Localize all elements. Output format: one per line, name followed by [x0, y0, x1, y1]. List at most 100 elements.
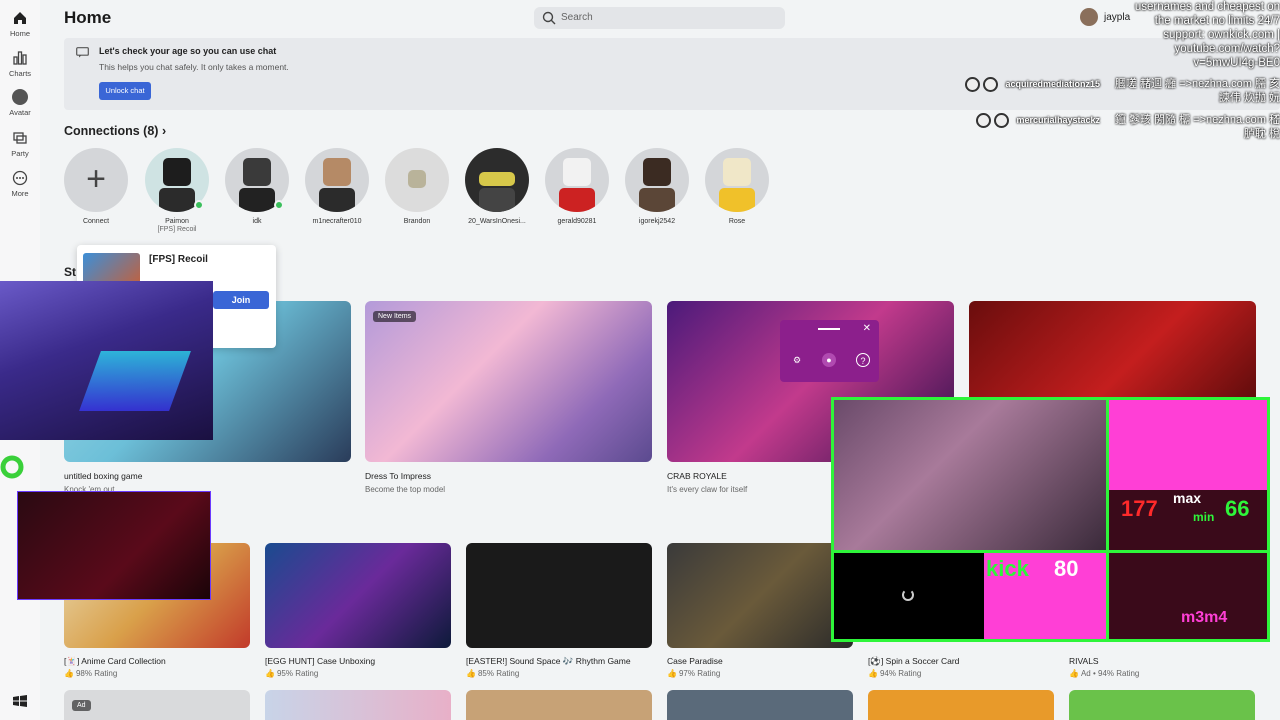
- game-rating: 👍 85% Rating: [466, 669, 519, 678]
- drag-handle[interactable]: [818, 328, 840, 330]
- chat-username: mercurialhaystackz: [1016, 115, 1100, 125]
- green-hand-icon: [0, 450, 24, 484]
- connect-circle: +: [64, 148, 128, 212]
- stat-value: 177: [1121, 496, 1158, 521]
- user-badge-icon: [994, 113, 1010, 128]
- connection-item[interactable]: Rose: [702, 148, 772, 225]
- chat-message-text: 鑹 鬖畡 閍隨 欛 =>nezhna.com 嵇 胪耽 梲: [1114, 114, 1280, 140]
- chat-icon: [76, 47, 89, 58]
- plus-icon: +: [86, 160, 106, 198]
- rating-text: 85% Rating: [477, 669, 520, 678]
- user-avatar[interactable]: [1080, 8, 1098, 26]
- connect-button[interactable]: + Connect: [61, 148, 131, 225]
- xbox-icon: [976, 113, 992, 128]
- connection-item[interactable]: m1necrafter010: [302, 148, 372, 225]
- game-thumbnail: [265, 690, 451, 720]
- connection-name: Connect: [82, 218, 110, 225]
- thumbs-up-icon: 👍: [466, 669, 476, 678]
- thumbs-up-icon: 👍: [64, 669, 74, 678]
- stat-value: 66: [1225, 496, 1250, 521]
- nav-party[interactable]: Party: [0, 130, 40, 158]
- connection-item[interactable]: Brandon: [382, 148, 452, 225]
- chat-text: v=5mwUI4g-BE0: [1193, 57, 1280, 69]
- connection-avatar: [305, 148, 369, 212]
- xbox-icon: [965, 77, 981, 92]
- banner-title: Let's check your age so you can use chat: [99, 46, 277, 56]
- thumbs-up-icon: 👍: [868, 669, 878, 678]
- game-subtitle: Become the top model: [365, 485, 446, 494]
- close-icon[interactable]: ✕: [863, 323, 871, 334]
- unlock-chat-button[interactable]: Unlock chat: [99, 82, 151, 100]
- hand-cam-overlay: [0, 281, 213, 440]
- chat-text: the market no limits 24/7: [1154, 15, 1280, 27]
- connection-item[interactable]: Paimon [FPS] Recoil: [142, 148, 212, 233]
- game-thumbnail: [868, 690, 1054, 720]
- nav-avatar-label: Avatar: [9, 108, 31, 117]
- game-rating: 👍 98% Rating: [64, 669, 117, 678]
- connection-item[interactable]: 20_WarsInOnesi...: [462, 148, 532, 225]
- nav-home[interactable]: Home: [0, 10, 40, 38]
- connection-name: Paimon: [165, 218, 189, 225]
- ad-badge: Ad: [72, 700, 91, 711]
- thumbs-up-icon: 👍: [1069, 669, 1079, 678]
- online-indicator: [194, 200, 204, 210]
- connections-title: Connections (8): [64, 124, 159, 138]
- rating-text: 97% Rating: [678, 669, 721, 678]
- connection-item[interactable]: gerald90281: [542, 148, 612, 225]
- connection-name: igorekj2542: [638, 218, 676, 225]
- connection-item[interactable]: idk: [222, 148, 292, 225]
- loading-panel: [834, 553, 984, 639]
- chevron-right-icon: ›: [161, 124, 167, 138]
- chat-message: acquiredmediationz15 膕嗟 赭逥 癰 =>nezhna.co…: [965, 77, 1280, 105]
- nav-home-label: Home: [9, 29, 30, 38]
- game-thumbnail: Ad: [64, 690, 250, 720]
- avatar-icon: [12, 89, 28, 105]
- connection-avatar: [625, 148, 689, 212]
- game-rating: 👍 95% Rating: [265, 669, 318, 678]
- user-badge-icon: [983, 77, 999, 92]
- voice-widget: ✕ ⚙ ● ?: [780, 320, 879, 382]
- game-thumbnail: [667, 690, 853, 720]
- join-button[interactable]: Join: [213, 291, 269, 309]
- kick-count: 80: [1054, 556, 1079, 581]
- help-icon[interactable]: ?: [856, 353, 870, 367]
- windows-icon[interactable]: [13, 695, 27, 707]
- search-placeholder: Search: [561, 12, 593, 23]
- kick-logo: kick: [986, 556, 1029, 581]
- connection-avatar: [705, 148, 769, 212]
- connection-name: Rose: [728, 218, 746, 225]
- home-icon: [14, 12, 26, 24]
- game-thumbnail: [466, 543, 652, 648]
- gear-icon[interactable]: ⚙: [790, 353, 804, 367]
- connection-avatar: [465, 148, 529, 212]
- nav-avatar[interactable]: Avatar: [0, 89, 40, 117]
- game-thumbnail: New Items: [365, 301, 652, 462]
- search-input[interactable]: Search: [534, 7, 785, 29]
- handle-panel: m3m4: [1109, 553, 1267, 639]
- game-title: [⚽] Spin a Soccer Card: [868, 656, 960, 666]
- microphone-icon[interactable]: ●: [822, 353, 836, 367]
- connection-name: gerald90281: [557, 218, 597, 225]
- connections-heading[interactable]: Connections (8) ›: [64, 124, 166, 138]
- nav-charts[interactable]: Charts: [0, 50, 40, 78]
- streamer-handle: m3m4: [1181, 609, 1228, 626]
- new-items-badge: New Items: [373, 311, 417, 322]
- chat-text: support: ownkick.com |: [1163, 29, 1280, 41]
- nav-more-label: More: [11, 189, 29, 198]
- popover-game-title: [FPS] Recoil: [149, 254, 208, 265]
- stat-label: min: [1193, 510, 1215, 524]
- stats-panel: 177 max min 66: [1109, 490, 1267, 550]
- game-title: [🃏] Anime Card Collection: [64, 656, 166, 666]
- streamer-overlay: 177 max min 66 kick 80 m3m4: [831, 397, 1270, 642]
- nav-more[interactable]: More: [0, 170, 40, 198]
- game-title: [EGG HUNT] Case Unboxing: [265, 656, 376, 666]
- connection-item[interactable]: igorekj2542: [622, 148, 692, 225]
- game-thumbnail: [1069, 690, 1255, 720]
- game-thumbnail: [265, 543, 451, 648]
- chat-message-text: 膕嗟 赭逥 癰 =>nezhna.com 臑 亥 諫伟 炊抛 妧: [1114, 78, 1280, 104]
- game-rating: 👍 Ad • 94% Rating: [1069, 669, 1139, 678]
- game-title: [EASTER!] Sound Space 🎶 Rhythm Game: [466, 656, 631, 666]
- streamer-webcam: [834, 400, 1106, 550]
- kick-panel: kick 80: [984, 553, 1106, 639]
- connection-name: 20_WarsInOnesi...: [468, 218, 526, 225]
